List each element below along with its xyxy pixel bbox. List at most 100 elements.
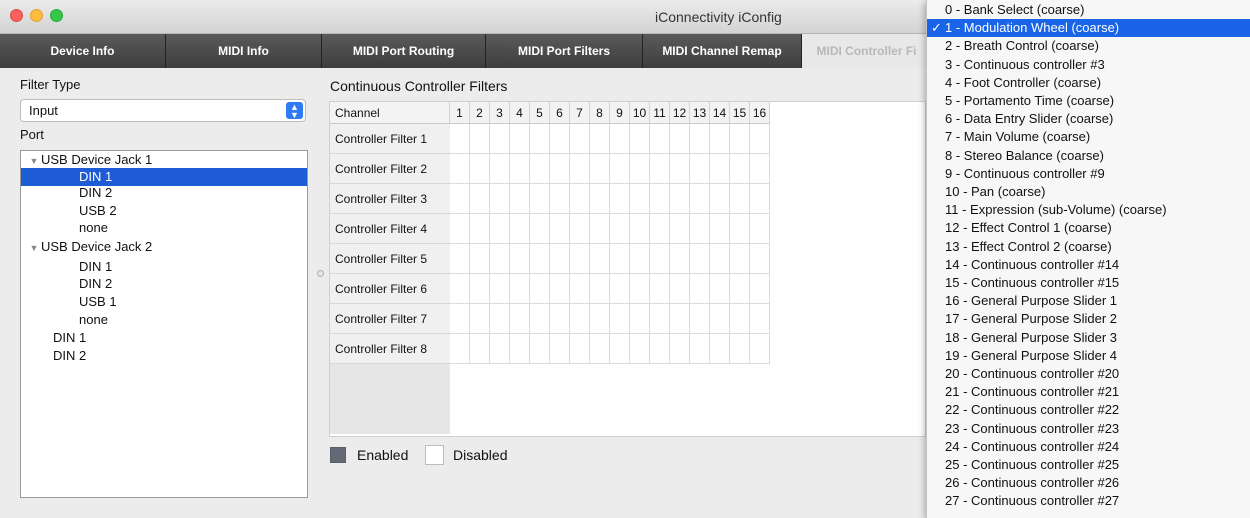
filter-cell[interactable] <box>650 154 670 184</box>
filter-cell[interactable] <box>670 244 690 274</box>
filter-cell[interactable] <box>450 124 470 154</box>
menu-item-controller[interactable]: 26 - Continuous controller #26 <box>927 474 1250 492</box>
filter-cell[interactable] <box>730 274 750 304</box>
filter-cell[interactable] <box>650 214 670 244</box>
menu-item-controller[interactable]: ✓ 1 - Modulation Wheel (coarse) <box>927 19 1250 38</box>
filter-cell[interactable] <box>710 304 730 334</box>
filter-cell[interactable] <box>630 244 650 274</box>
menu-item-controller[interactable]: 5 - Portamento Time (coarse) <box>927 92 1250 110</box>
filter-cell[interactable] <box>550 154 570 184</box>
menu-item-controller[interactable]: 8 - Stereo Balance (coarse) <box>927 147 1250 165</box>
filter-cell[interactable] <box>450 334 470 364</box>
filter-cell[interactable] <box>630 214 650 244</box>
filter-cell[interactable] <box>450 184 470 214</box>
filter-cell[interactable] <box>530 124 550 154</box>
filter-cell[interactable] <box>610 244 630 274</box>
filter-cell[interactable] <box>630 154 650 184</box>
filter-cell[interactable] <box>570 304 590 334</box>
filter-cell[interactable] <box>610 184 630 214</box>
filter-cell[interactable] <box>490 244 510 274</box>
menu-item-controller[interactable]: 16 - General Purpose Slider 1 <box>927 292 1250 310</box>
menu-item-controller[interactable]: 15 - Continuous controller #15 <box>927 274 1250 292</box>
filter-cell[interactable] <box>570 274 590 304</box>
filter-cell[interactable] <box>570 244 590 274</box>
tab-5[interactable]: MIDI Channel Remap <box>643 34 802 68</box>
filter-cell[interactable] <box>530 184 550 214</box>
filter-cell[interactable] <box>570 334 590 364</box>
filter-cell[interactable] <box>730 214 750 244</box>
filter-cell[interactable] <box>490 154 510 184</box>
filter-cell[interactable] <box>630 184 650 214</box>
filter-cell[interactable] <box>750 124 770 154</box>
close-window-icon[interactable] <box>10 9 23 22</box>
filter-cell[interactable] <box>730 124 750 154</box>
filter-cell[interactable] <box>710 154 730 184</box>
menu-item-controller[interactable]: 3 - Continuous controller #3 <box>927 56 1250 74</box>
menu-item-controller[interactable]: 21 - Continuous controller #21 <box>927 383 1250 401</box>
filter-cell[interactable] <box>690 214 710 244</box>
filter-cell[interactable] <box>570 154 590 184</box>
port-tree-item[interactable]: DIN 2 <box>21 184 307 202</box>
filter-cell[interactable] <box>550 124 570 154</box>
filter-cell[interactable] <box>610 154 630 184</box>
filter-cell[interactable] <box>450 214 470 244</box>
filter-cell[interactable] <box>590 274 610 304</box>
filter-cell[interactable] <box>550 334 570 364</box>
filter-cell[interactable] <box>710 184 730 214</box>
filter-cell[interactable] <box>590 244 610 274</box>
filter-cell[interactable] <box>630 334 650 364</box>
filter-cell[interactable] <box>610 124 630 154</box>
filter-cell[interactable] <box>550 184 570 214</box>
filter-cell[interactable] <box>550 214 570 244</box>
filter-cell[interactable] <box>510 304 530 334</box>
filter-cell[interactable] <box>610 304 630 334</box>
filter-cell[interactable] <box>530 274 550 304</box>
filter-cell[interactable] <box>510 214 530 244</box>
filter-cell[interactable] <box>650 274 670 304</box>
filter-cell[interactable] <box>750 154 770 184</box>
tab-3[interactable]: MIDI Port Routing <box>322 34 486 68</box>
port-tree-item[interactable]: USB 1 <box>21 293 307 311</box>
filter-cell[interactable] <box>690 334 710 364</box>
filter-cell[interactable] <box>650 334 670 364</box>
menu-item-controller[interactable]: 22 - Continuous controller #22 <box>927 401 1250 419</box>
disclosure-triangle-icon[interactable]: ▼ <box>27 240 41 257</box>
filter-cell[interactable] <box>630 124 650 154</box>
filter-cell[interactable] <box>470 124 490 154</box>
filter-cell[interactable] <box>450 244 470 274</box>
filter-cell[interactable] <box>470 154 490 184</box>
menu-item-controller[interactable]: 6 - Data Entry Slider (coarse) <box>927 110 1250 128</box>
port-tree-item[interactable]: ▼ USB Device Jack 1 <box>21 151 307 169</box>
port-tree-item[interactable]: none <box>21 311 307 329</box>
filter-cell[interactable] <box>650 244 670 274</box>
filter-type-select[interactable]: Input ▲ ▼ <box>20 99 306 122</box>
filter-cell[interactable] <box>690 124 710 154</box>
filter-cell[interactable] <box>610 214 630 244</box>
filter-cell[interactable] <box>670 154 690 184</box>
filter-cell[interactable] <box>650 304 670 334</box>
menu-item-controller[interactable]: 20 - Continuous controller #20 <box>927 365 1250 383</box>
port-tree-item[interactable]: DIN 2 <box>21 275 307 293</box>
filter-cell[interactable] <box>750 274 770 304</box>
filter-cell[interactable] <box>550 244 570 274</box>
split-view-handle[interactable] <box>317 270 324 277</box>
menu-item-controller[interactable]: 24 - Continuous controller #24 <box>927 438 1250 456</box>
filter-cell[interactable] <box>530 214 550 244</box>
menu-item-controller[interactable]: 17 - General Purpose Slider 2 <box>927 310 1250 328</box>
filter-cell[interactable] <box>510 154 530 184</box>
menu-item-controller[interactable]: 14 - Continuous controller #14 <box>927 256 1250 274</box>
filter-cell[interactable] <box>690 274 710 304</box>
filter-cell[interactable] <box>730 304 750 334</box>
filter-cell[interactable] <box>570 124 590 154</box>
filter-cell[interactable] <box>730 154 750 184</box>
filter-cell[interactable] <box>590 124 610 154</box>
filter-cell[interactable] <box>510 274 530 304</box>
filter-cell[interactable] <box>490 274 510 304</box>
port-tree-item[interactable]: ▼ USB Device Jack 2 <box>21 238 307 256</box>
filter-cell[interactable] <box>570 214 590 244</box>
filter-cell[interactable] <box>610 334 630 364</box>
minimize-window-icon[interactable] <box>30 9 43 22</box>
filter-cell[interactable] <box>590 184 610 214</box>
filter-cell[interactable] <box>470 184 490 214</box>
filter-cell[interactable] <box>690 154 710 184</box>
